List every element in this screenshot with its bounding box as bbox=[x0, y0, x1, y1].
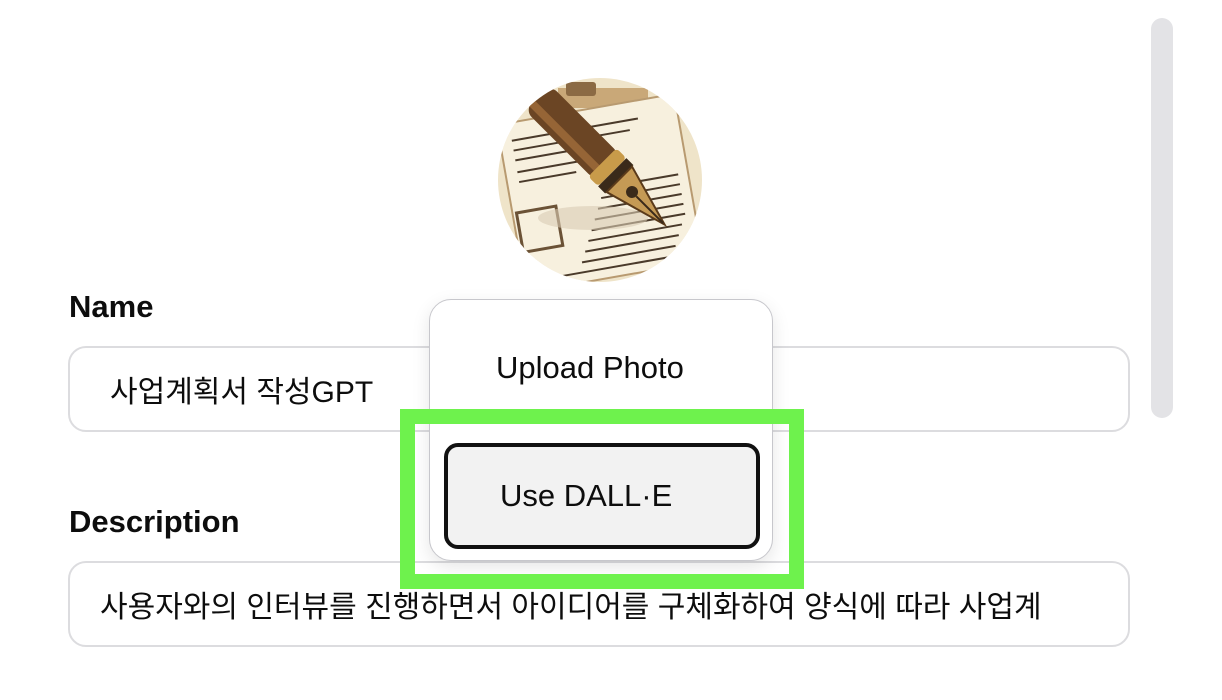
gpt-editor-configure-panel: Name 사업계획서 작성GPT Description 사용자와의 인터뷰를 … bbox=[0, 0, 1222, 700]
description-label: Description bbox=[69, 504, 240, 539]
fountain-pen-icon bbox=[498, 78, 702, 282]
description-input-value: 사용자와의 인터뷰를 진행하면서 아이디어를 구체화하여 양식에 따라 사업계 bbox=[100, 591, 1042, 624]
description-input[interactable]: 사용자와의 인터뷰를 진행하면서 아이디어를 구체화하여 양식에 따라 사업계 bbox=[68, 561, 1130, 647]
name-input-value: 사업계획서 작성GPT bbox=[110, 376, 374, 409]
avatar-options-menu: Upload Photo Use DALL·E bbox=[429, 299, 773, 561]
name-label: Name bbox=[69, 289, 154, 324]
gpt-avatar[interactable] bbox=[498, 78, 702, 282]
upload-photo-menu-item[interactable]: Upload Photo bbox=[430, 320, 772, 416]
scrollbar[interactable] bbox=[1151, 18, 1173, 418]
use-dalle-menu-item[interactable]: Use DALL·E bbox=[444, 443, 760, 549]
